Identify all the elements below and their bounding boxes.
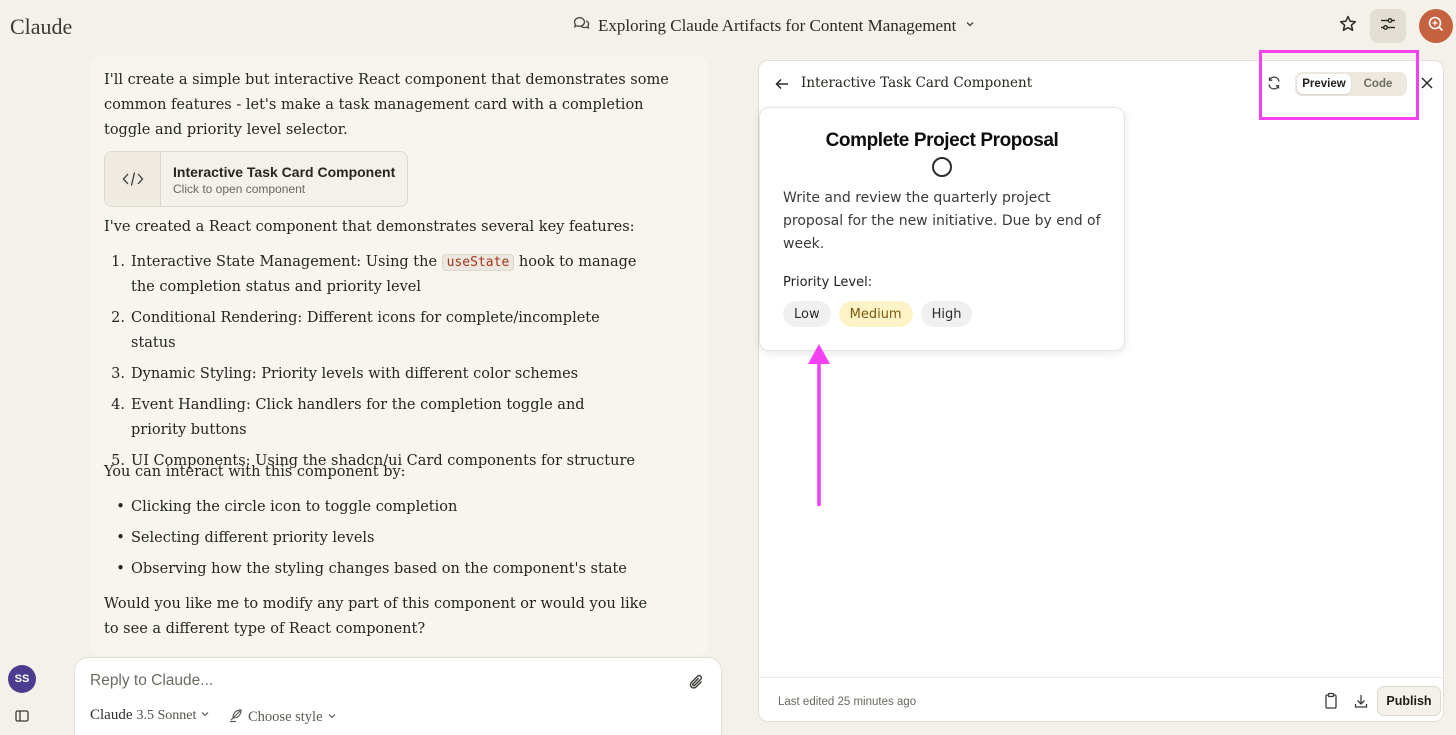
- account-button[interactable]: [1419, 9, 1453, 43]
- task-title: Complete Project Proposal: [825, 130, 1059, 151]
- reply-input[interactable]: [90, 672, 650, 690]
- priority-low-button[interactable]: Low: [783, 301, 831, 327]
- model-name: Claude: [90, 707, 133, 723]
- paperclip-icon[interactable]: [687, 672, 707, 692]
- list-item-text: Dynamic Styling: Priority levels with di…: [131, 366, 579, 382]
- priority-selector: Low Medium High: [783, 301, 973, 327]
- interactions-list: • Clicking the circle icon to toggle comp…: [104, 495, 670, 588]
- feather-icon: [228, 707, 244, 728]
- close-icon[interactable]: [1419, 75, 1435, 91]
- list-item-text: Selecting different priority levels: [131, 530, 375, 546]
- star-icon: [1338, 14, 1358, 39]
- model-version: 3.5 Sonnet: [136, 707, 197, 723]
- artifact-title: Interactive Task Card Component: [801, 75, 1033, 91]
- code-icon: [105, 152, 161, 206]
- interact-intro: You can interact with this component by:: [104, 464, 406, 480]
- search-claude-icon: [1426, 14, 1446, 39]
- chevron-down-icon: [327, 709, 337, 726]
- publish-button[interactable]: Publish: [1377, 686, 1441, 716]
- message-intro: I'll create a simple but interactive Rea…: [104, 72, 669, 138]
- star-button[interactable]: [1334, 12, 1362, 40]
- list-item-text: Interactive State Management: Using the …: [131, 250, 641, 300]
- settings-button[interactable]: [1370, 9, 1406, 43]
- user-avatar[interactable]: SS: [8, 665, 36, 693]
- bullet: •: [116, 499, 125, 515]
- style-label: Choose style: [248, 709, 323, 725]
- chat-bubbles-icon: [572, 14, 590, 37]
- annotation-arrow-icon: [808, 344, 830, 506]
- style-selector[interactable]: Choose style: [228, 707, 337, 728]
- chevron-down-icon: [200, 707, 210, 724]
- list-number: 4.: [111, 397, 125, 413]
- artifact-panel: Interactive Task Card Component Preview …: [758, 60, 1444, 722]
- conversation-title: Exploring Claude Artifacts for Content M…: [598, 15, 957, 35]
- message-closing: Would you like me to modify any part of …: [104, 596, 648, 637]
- artifact-chip-subtitle: Click to open component: [173, 182, 306, 196]
- list-item-text: Conditional Rendering: Different icons f…: [131, 310, 600, 351]
- task-description: Write and review the quarterly project p…: [783, 190, 1101, 252]
- bullet: •: [116, 561, 125, 577]
- last-edited-text: Last edited 25 minutes ago: [778, 696, 917, 708]
- chevron-down-icon: [964, 17, 976, 35]
- priority-label: Priority Level:: [783, 275, 873, 290]
- list-number: 2.: [111, 310, 125, 326]
- list-item: 4. Event Handling: Click handlers for th…: [104, 393, 670, 443]
- priority-high-button[interactable]: High: [920, 301, 973, 327]
- bullet: •: [116, 530, 125, 546]
- top-bar: Claude Exploring Claude Artifacts for Co…: [0, 0, 1456, 54]
- artifact-chip-title: Interactive Task Card Component: [173, 164, 396, 180]
- list-item-text-pre: Interactive State Management: Using the: [131, 254, 442, 270]
- list-number: 1.: [111, 254, 125, 270]
- model-selector[interactable]: Claude 3.5 Sonnet: [90, 707, 210, 724]
- list-item: 1. Interactive State Management: Using t…: [104, 250, 670, 300]
- list-item: • Clicking the circle icon to toggle comp…: [104, 495, 670, 520]
- annotation-highlight-box: [1259, 50, 1419, 120]
- sliders-icon: [1379, 15, 1397, 38]
- sidebar-icon[interactable]: [14, 708, 30, 724]
- clipboard-icon[interactable]: [1323, 692, 1339, 710]
- inline-code: useState: [441, 254, 515, 271]
- features-intro: I've created a React component that demo…: [104, 219, 635, 235]
- back-arrow-icon[interactable]: [773, 75, 791, 93]
- priority-medium-button[interactable]: Medium: [838, 301, 913, 327]
- assistant-message: I'll create a simple but interactive Rea…: [90, 56, 708, 656]
- list-item: 2. Conditional Rendering: Different icon…: [104, 306, 670, 356]
- features-list: 1. Interactive State Management: Using t…: [104, 250, 670, 480]
- list-item-text: Observing how the styling changes based …: [131, 561, 627, 577]
- conversation-title-menu[interactable]: Exploring Claude Artifacts for Content M…: [572, 14, 976, 37]
- list-item: • Selecting different priority levels: [104, 526, 670, 551]
- download-icon[interactable]: [1353, 692, 1369, 710]
- app-logo[interactable]: Claude: [10, 14, 72, 40]
- artifact-chip-button[interactable]: Interactive Task Card Component Click to…: [104, 151, 408, 207]
- list-item-text: Clicking the circle icon to toggle compl…: [131, 499, 458, 515]
- completion-circle-icon[interactable]: [932, 157, 952, 177]
- artifact-footer: Last edited 25 minutes ago Publish: [759, 677, 1443, 723]
- task-card-preview: Complete Project Proposal Write and revi…: [759, 107, 1125, 351]
- list-item: 3. Dynamic Styling: Priority levels with…: [104, 362, 670, 387]
- list-number: 3.: [111, 366, 125, 382]
- reply-composer: Claude 3.5 Sonnet Choose style: [74, 657, 722, 735]
- list-item-text: Event Handling: Click handlers for the c…: [131, 397, 585, 438]
- list-item: • Observing how the styling changes based…: [104, 557, 670, 582]
